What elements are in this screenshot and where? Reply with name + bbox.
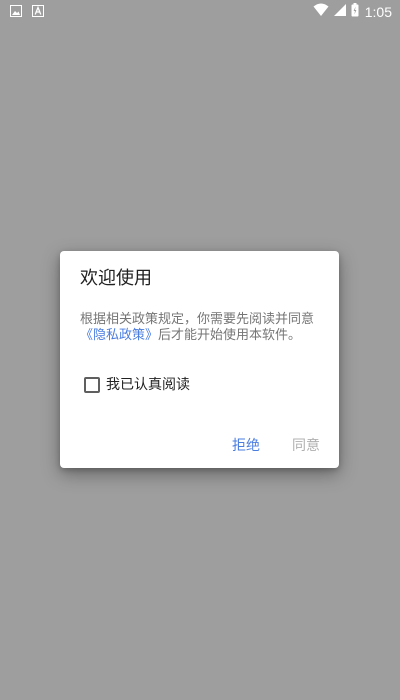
- dialog-title: 欢迎使用: [80, 268, 152, 289]
- agree-button[interactable]: 同意: [292, 437, 320, 455]
- status-time: 1:05: [364, 4, 392, 20]
- status-bar: 1:05: [0, 0, 400, 24]
- a-notification-icon: [32, 5, 44, 17]
- image-notification-icon: [10, 5, 22, 17]
- message-text-after-link: 后才能开始使用本软件。: [158, 328, 302, 343]
- wifi-icon: [313, 3, 329, 21]
- dialog-message: 根据相关政策规定，你需要先阅读并同意《隐私政策》后才能开始使用本软件。: [80, 312, 334, 344]
- notification-area: [10, 5, 44, 17]
- battery-icon: [351, 3, 359, 21]
- privacy-consent-dialog: 欢迎使用 根据相关政策规定，你需要先阅读并同意《隐私政策》后才能开始使用本软件。…: [60, 251, 339, 468]
- message-text-before-link: 根据相关政策规定，你需要先阅读并同意: [80, 312, 315, 327]
- cellular-signal-icon: [333, 3, 347, 21]
- system-status-area: 1:05: [313, 3, 392, 21]
- privacy-policy-link[interactable]: 《隐私政策》: [80, 328, 158, 343]
- read-confirmation-label[interactable]: 我已认真阅读: [106, 376, 190, 394]
- read-confirmation-row[interactable]: 我已认真阅读: [84, 376, 190, 394]
- reject-button[interactable]: 拒绝: [232, 437, 260, 455]
- read-confirmation-checkbox[interactable]: [84, 377, 100, 393]
